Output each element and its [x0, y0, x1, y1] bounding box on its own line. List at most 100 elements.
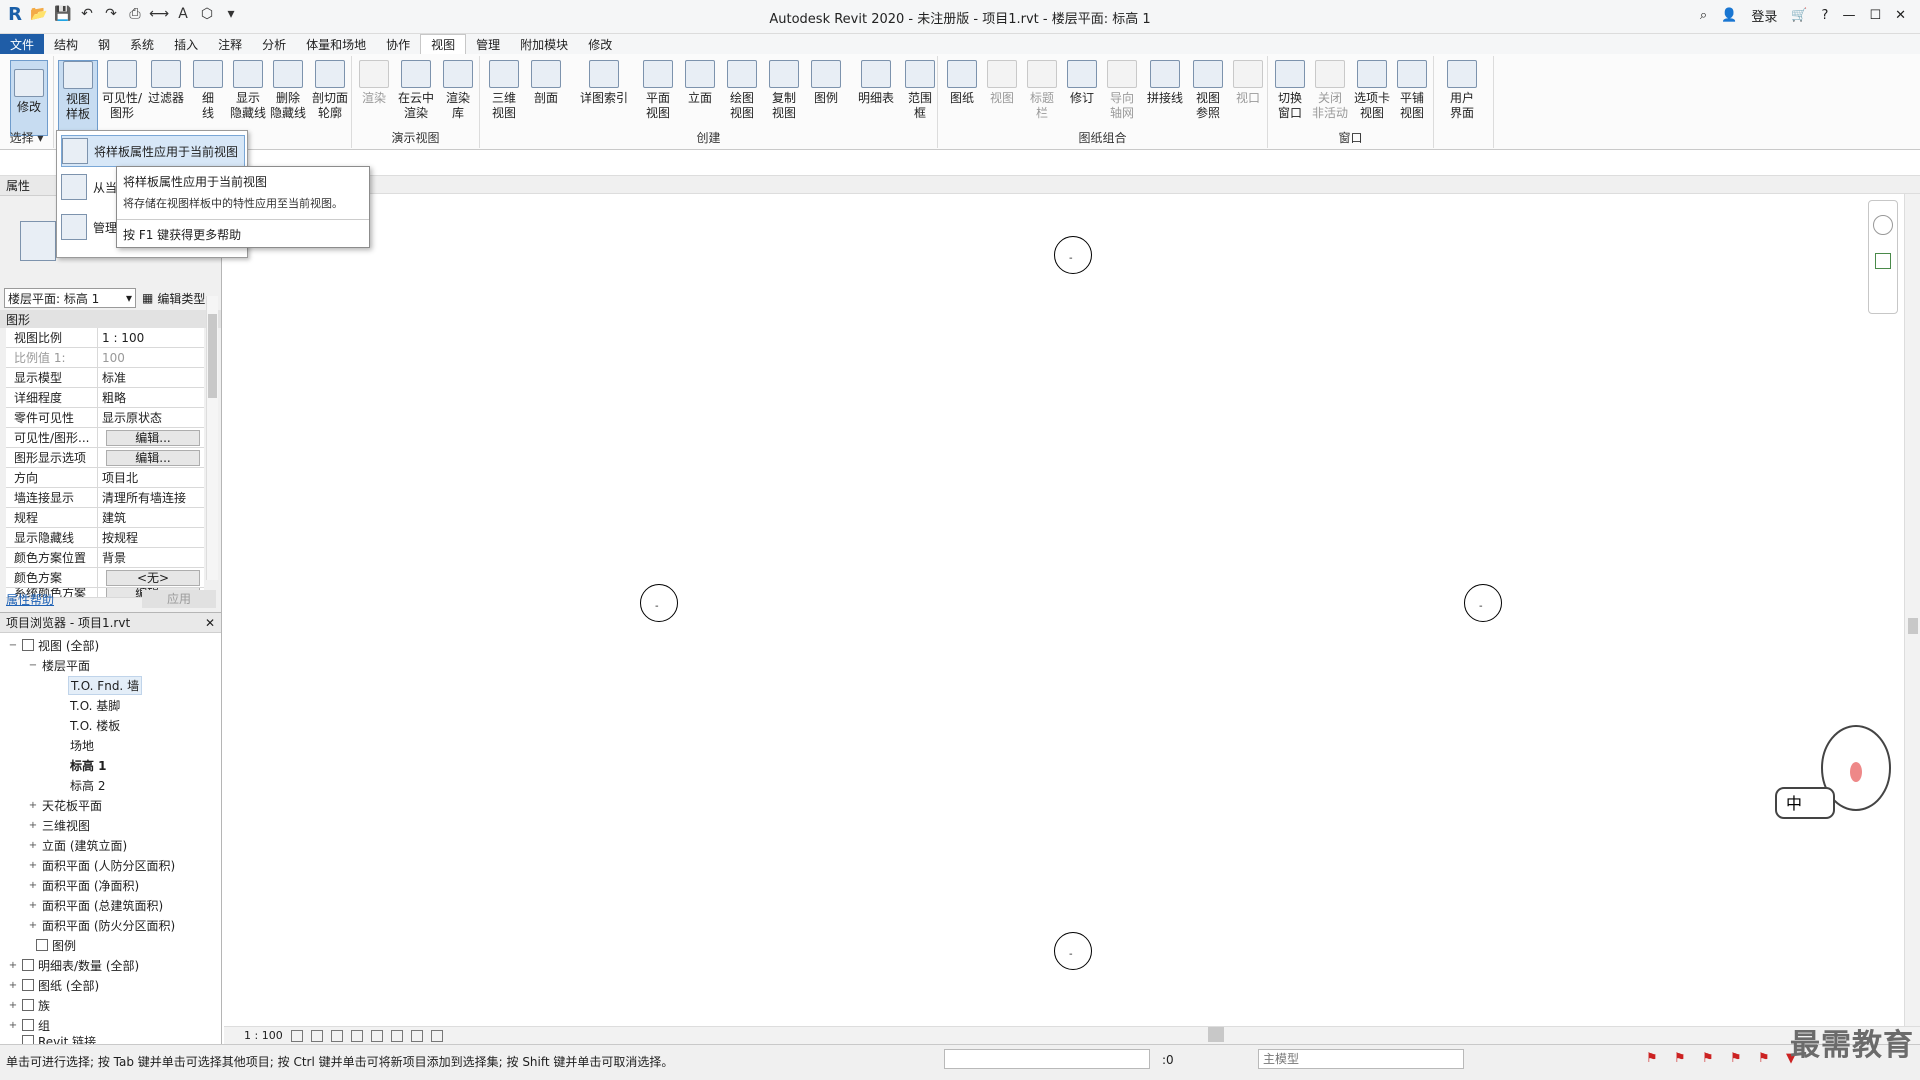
edit-vg-button[interactable]: 编辑...: [106, 429, 200, 446]
select-by-face-icon[interactable]: ⚑: [1730, 1051, 1746, 1067]
duplicate-view-button[interactable]: 复制 视图: [764, 60, 804, 121]
design-option-selector[interactable]: 主模型: [1258, 1049, 1464, 1069]
switch-windows-button[interactable]: 切换 窗口: [1270, 60, 1310, 121]
save-icon[interactable]: 💾: [54, 5, 72, 23]
select-links-icon[interactable]: ⚑: [1646, 1051, 1662, 1067]
prop-row[interactable]: 视图比例 1 : 100: [6, 328, 204, 348]
type-selector[interactable]: 楼层平面: 标高 1 ▾: [4, 288, 136, 308]
properties-scrollbar[interactable]: [206, 296, 218, 580]
navigation-bar[interactable]: [1868, 200, 1898, 314]
user-icon[interactable]: 👤: [1721, 8, 1737, 23]
elevation-marker-west[interactable]: -: [640, 584, 678, 622]
edit-graphic-display-button[interactable]: 编辑...: [106, 449, 200, 466]
tree-node[interactable]: + 面积平面 (净面积): [0, 875, 221, 895]
tree-node[interactable]: T.O. 基脚: [0, 695, 221, 715]
workset-selector[interactable]: [944, 1049, 1150, 1069]
tab-collaborate[interactable]: 协作: [376, 34, 420, 54]
section-button[interactable]: 剖面: [526, 60, 566, 106]
revisions-button[interactable]: 修订: [1062, 60, 1102, 106]
tree-node[interactable]: + 面积平面 (总建筑面积): [0, 895, 221, 915]
horizontal-scroll-thumb[interactable]: [1208, 1027, 1224, 1042]
tree-node[interactable]: 图例: [0, 935, 221, 955]
vertical-scrollbar[interactable]: [1904, 194, 1920, 1034]
tree-node[interactable]: + 图纸 (全部): [0, 975, 221, 995]
close-inactive-button[interactable]: 关闭 非活动: [1310, 60, 1350, 121]
prop-row[interactable]: 比例值 1: 100: [6, 348, 204, 368]
tab-manage[interactable]: 管理: [466, 34, 510, 54]
shadows-icon[interactable]: [350, 1029, 363, 1042]
thin-lines-button[interactable]: 细 线: [188, 60, 228, 121]
prop-row[interactable]: 墙连接显示 清理所有墙连接: [6, 488, 204, 508]
scroll-thumb[interactable]: [208, 314, 217, 398]
view-template-button[interactable]: 视图 样板: [58, 60, 98, 136]
visibility-graphics-button[interactable]: 可见性/ 图形: [102, 60, 142, 121]
schedules-button[interactable]: 明细表: [852, 60, 900, 106]
color-scheme-button[interactable]: <无>: [106, 569, 200, 586]
3d-view-icon[interactable]: ⬡: [198, 5, 216, 23]
elevation-marker-south[interactable]: -: [1054, 932, 1092, 970]
tree-node[interactable]: + 族: [0, 995, 221, 1015]
show-hidden-button[interactable]: 显示 隐藏线: [228, 60, 268, 121]
maximize-button[interactable]: ☐: [1869, 8, 1881, 23]
show-crop-icon[interactable]: [390, 1029, 403, 1042]
text-icon[interactable]: A: [174, 5, 192, 23]
prop-row[interactable]: 详细程度 粗略: [6, 388, 204, 408]
elevation-marker-east[interactable]: -: [1464, 584, 1502, 622]
plan-views-button[interactable]: 平面 视图: [638, 60, 678, 121]
sheet-button[interactable]: 图纸: [942, 60, 982, 106]
tree-node[interactable]: 标高 2: [0, 775, 221, 795]
render-gallery-button[interactable]: 渲染 库: [438, 60, 478, 121]
modify-button[interactable]: 修改: [10, 60, 48, 136]
drawing-area[interactable]: - - - -: [224, 176, 1920, 1034]
tab-view[interactable]: 视图: [420, 34, 467, 54]
prop-row[interactable]: 显示隐藏线 按规程: [6, 528, 204, 548]
tree-node[interactable]: T.O. 楼板: [0, 715, 221, 735]
minimize-button[interactable]: —: [1842, 8, 1855, 23]
revit-logo[interactable]: R: [6, 4, 24, 25]
cart-icon[interactable]: 🛒: [1791, 8, 1807, 23]
prop-row[interactable]: 零件可见性 显示原状态: [6, 408, 204, 428]
tile-views-button[interactable]: 平铺 视图: [1392, 60, 1432, 121]
tree-node[interactable]: + 天花板平面: [0, 795, 221, 815]
guide-grid-button[interactable]: 导向 轴网: [1102, 60, 1142, 121]
user-interface-button[interactable]: 用户 界面: [1442, 60, 1482, 121]
tab-views-button[interactable]: 选项卡 视图: [1350, 60, 1394, 121]
help-icon[interactable]: ?: [1822, 8, 1829, 23]
drag-elements-icon[interactable]: ⚑: [1758, 1051, 1774, 1067]
apply-button[interactable]: 应用: [142, 590, 216, 608]
zoom-icon[interactable]: [1875, 253, 1891, 269]
reveal-hidden-icon[interactable]: [430, 1029, 443, 1042]
tab-insert[interactable]: 插入: [164, 34, 208, 54]
place-view-button[interactable]: 视图: [982, 60, 1022, 106]
elevation-button[interactable]: 立面: [680, 60, 720, 106]
prop-row[interactable]: 颜色方案位置 背景: [6, 548, 204, 568]
binoculars-icon[interactable]: ⌕: [1700, 8, 1707, 23]
print-icon[interactable]: ⎙: [126, 5, 144, 23]
customize-qat-icon[interactable]: ▾: [222, 5, 240, 23]
tab-steel[interactable]: 钢: [88, 34, 120, 54]
tree-node[interactable]: + 面积平面 (人防分区面积): [0, 855, 221, 875]
tree-node[interactable]: − 楼层平面: [0, 655, 221, 675]
detail-level-icon[interactable]: [290, 1029, 303, 1042]
redo-icon[interactable]: ↷: [102, 5, 120, 23]
tab-structure[interactable]: 结构: [44, 34, 88, 54]
tab-file[interactable]: 文件: [0, 34, 45, 54]
tree-node[interactable]: T.O. Fnd. 墙: [0, 675, 221, 695]
visual-style-icon[interactable]: [310, 1029, 323, 1042]
apply-template-menu-item[interactable]: 将样板属性应用于当前视图: [61, 135, 245, 167]
render-cloud-button[interactable]: 在云中 渲染: [396, 60, 436, 121]
drafting-view-button[interactable]: 绘图 视图: [722, 60, 762, 121]
close-icon[interactable]: ✕: [205, 616, 215, 630]
edit-type-button[interactable]: ▦ 编辑类型: [142, 290, 205, 307]
crop-view-icon[interactable]: [370, 1029, 383, 1042]
tab-massing[interactable]: 体量和场地: [296, 34, 376, 54]
viewports-button[interactable]: 视口: [1228, 60, 1268, 106]
tab-modify[interactable]: 修改: [578, 34, 622, 54]
filters-button[interactable]: 过滤器: [146, 60, 186, 106]
measure-icon[interactable]: ⟷: [149, 5, 169, 23]
elevation-marker-north[interactable]: -: [1054, 236, 1092, 274]
tree-node[interactable]: + 面积平面 (防火分区面积): [0, 915, 221, 935]
view-scale[interactable]: 1 : 100: [244, 1029, 283, 1042]
remove-hidden-button[interactable]: 删除 隐藏线: [268, 60, 308, 121]
tree-node[interactable]: + 三维视图: [0, 815, 221, 835]
